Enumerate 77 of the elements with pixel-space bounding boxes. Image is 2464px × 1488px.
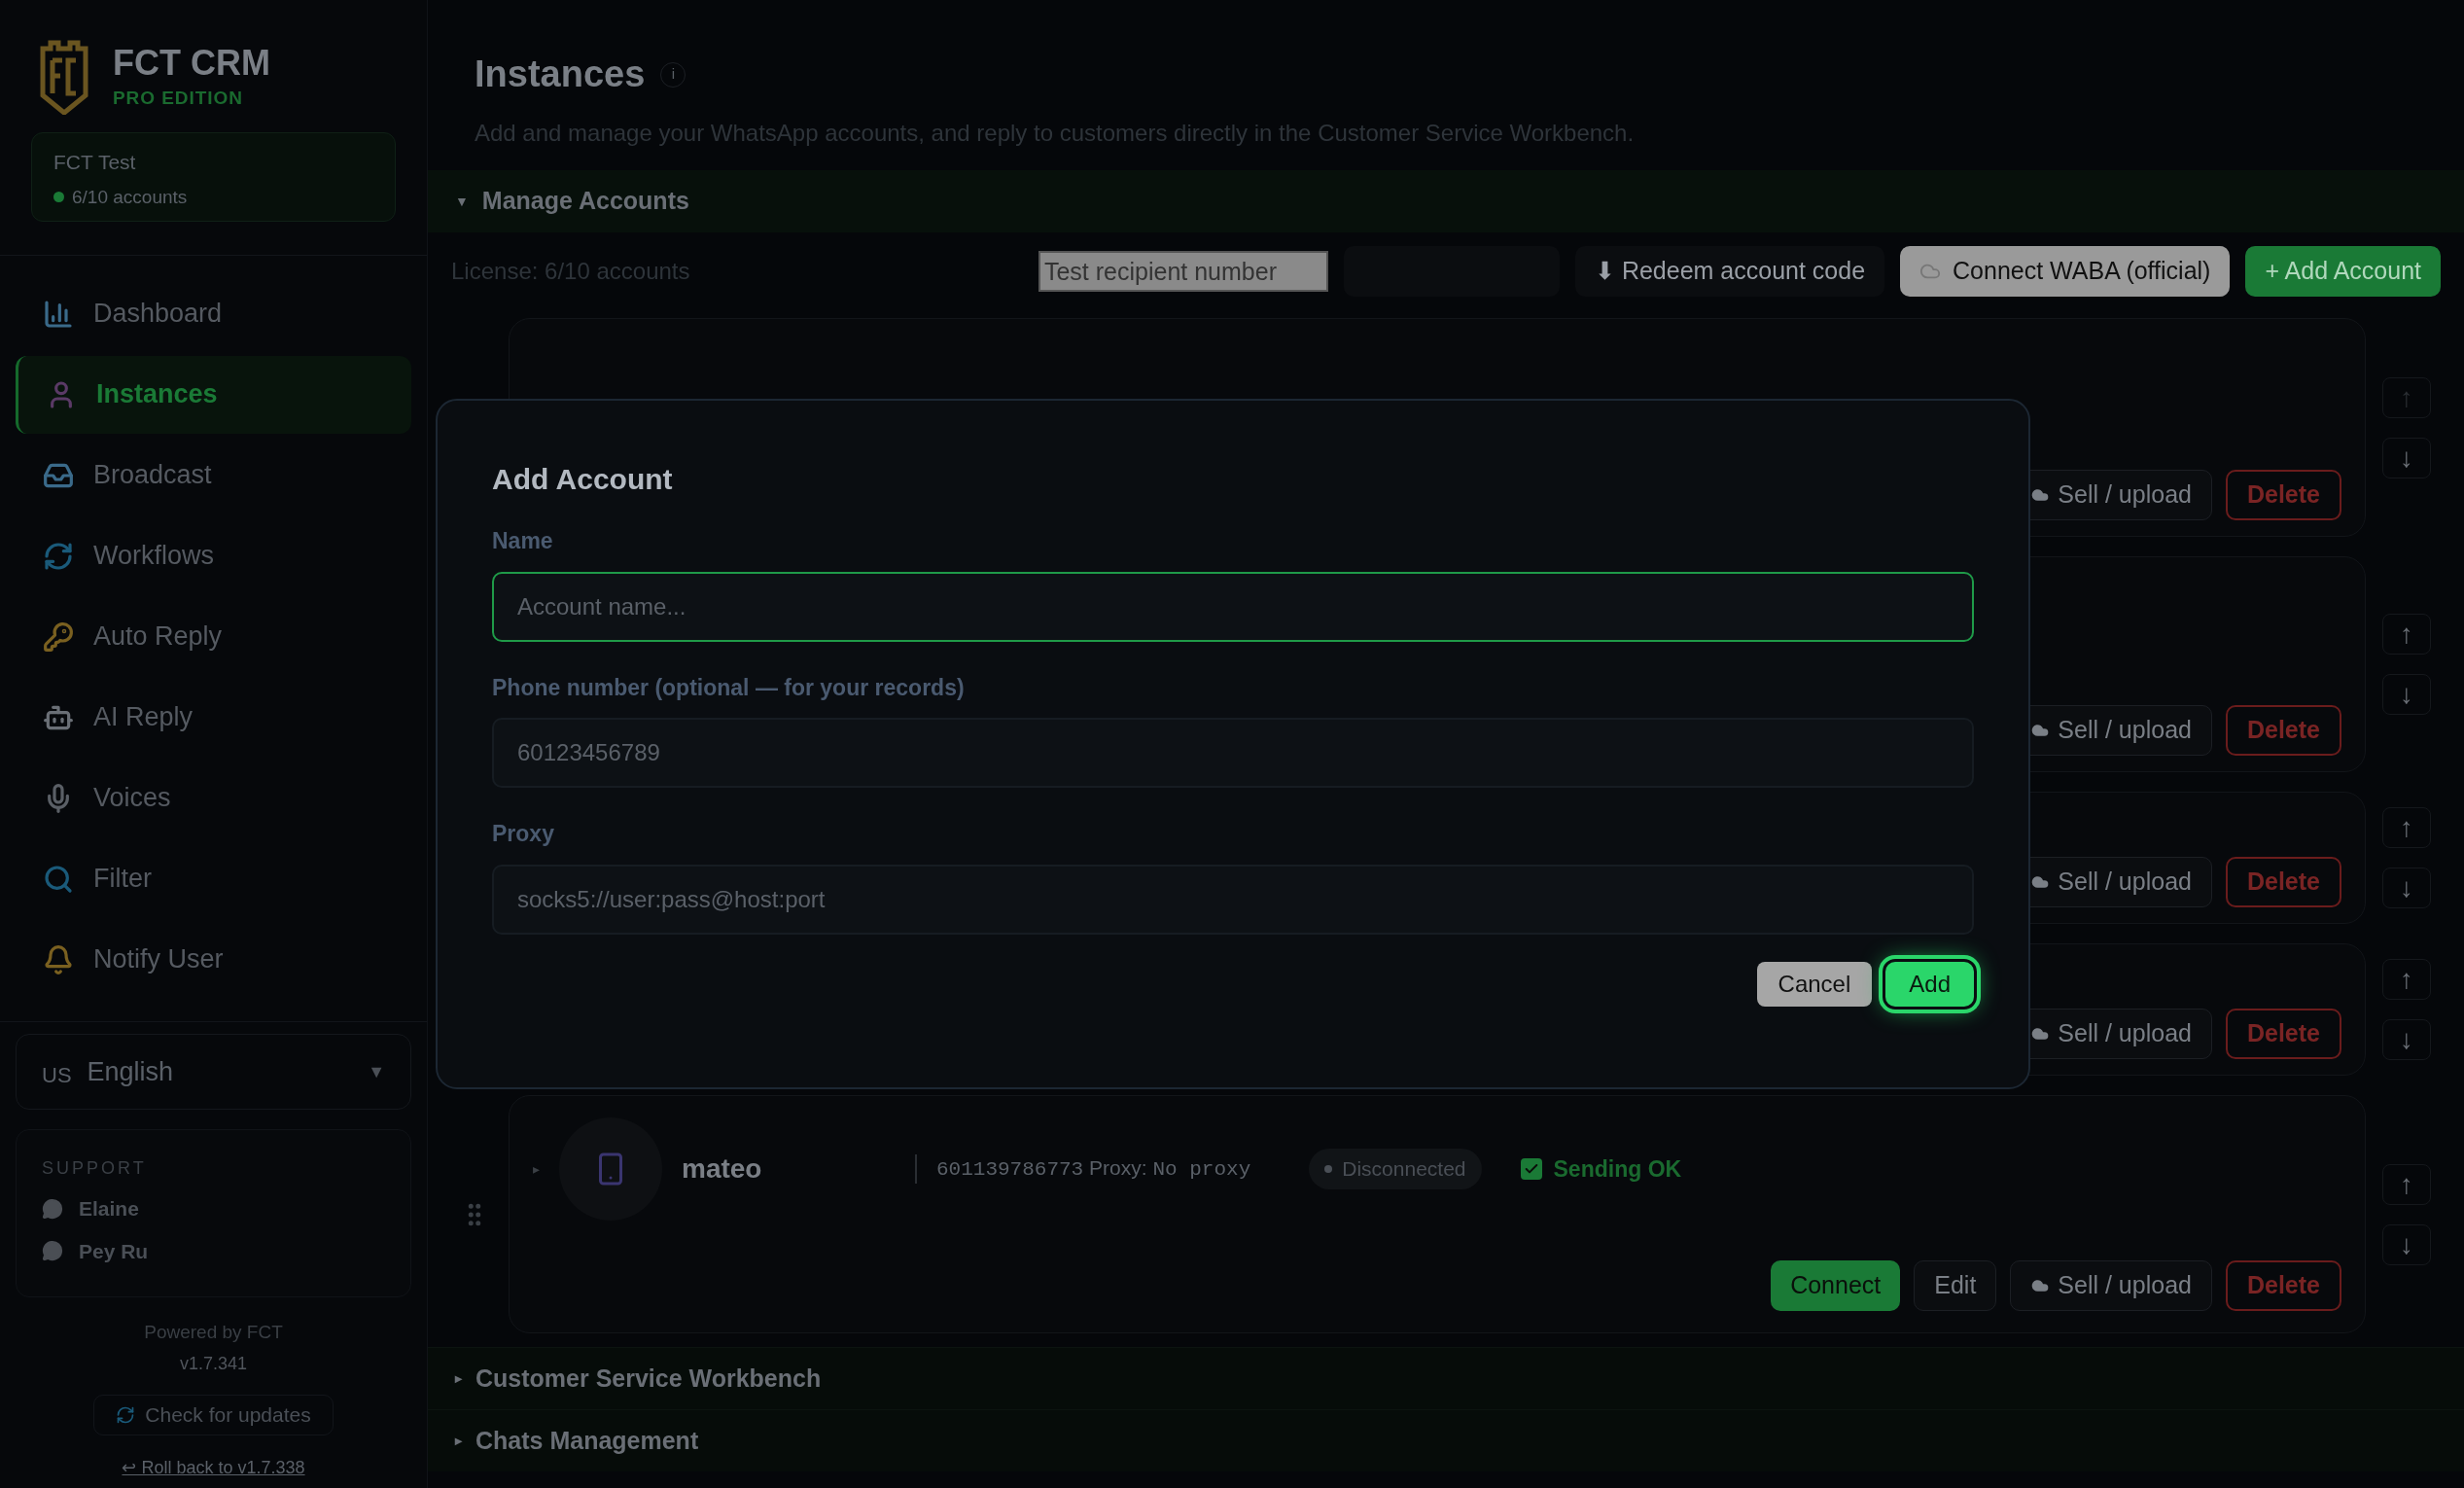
connect-waba-button[interactable]: Connect WABA (official) — [1900, 246, 2231, 297]
cancel-button[interactable]: Cancel — [1756, 961, 1873, 1007]
input-field[interactable]: Account name... — [492, 571, 1974, 642]
nav-item[interactable]: Dashboard — [16, 274, 411, 353]
section-header[interactable]: ▸ Chats Management — [428, 1409, 2464, 1471]
check-updates-button[interactable]: Check for updates — [93, 1394, 334, 1435]
move-down-button[interactable]: ↓ — [2382, 437, 2431, 478]
move-down-button[interactable]: ↓ — [2382, 868, 2431, 908]
nav-item[interactable]: Broadcast — [16, 436, 411, 514]
move-down-button[interactable]: ↓ — [2382, 1223, 2431, 1265]
delete-button[interactable]: Delete — [2225, 1009, 2341, 1059]
redeem-button[interactable]: ⬇ Redeem account code — [1574, 246, 1885, 297]
account-name: mateo — [682, 1152, 763, 1186]
chat-icon — [42, 1240, 63, 1262]
account-details: 601139786773 Proxy: No proxy — [936, 1155, 1251, 1183]
support-contact[interactable]: Pey Ru — [79, 1235, 149, 1266]
nav-item[interactable]: Filter — [16, 839, 411, 918]
input-field[interactable]: socks5://user:pass@host:port — [492, 864, 1974, 935]
support-contact[interactable]: Elaine — [79, 1193, 139, 1224]
field-label: Proxy — [492, 820, 555, 848]
delete-button[interactable]: Delete — [2225, 470, 2341, 520]
move-down-button[interactable]: ↓ — [2382, 1019, 2431, 1060]
nav-item[interactable]: AI Reply — [16, 678, 411, 757]
caret-icon: ▸ — [455, 1368, 462, 1389]
language-select[interactable]: US English ▼ — [16, 1034, 411, 1110]
recipient-field[interactable]: Test recipient number — [1038, 251, 1328, 292]
powered-by: Powered by FCT — [144, 1321, 283, 1344]
search-icon — [43, 863, 74, 895]
account-count: 6/10 accounts — [72, 185, 188, 209]
shield-logo-icon — [39, 39, 89, 115]
move-up-button[interactable]: ↑ — [2382, 1163, 2431, 1205]
section-header[interactable]: ▸ Customer Service Workbench — [428, 1347, 2464, 1409]
flag-code: US — [42, 1061, 72, 1089]
section-header[interactable]: ▼ Manage Accounts — [428, 170, 2464, 232]
move-up-button[interactable]: ↑ — [2382, 959, 2431, 1000]
sending-checkbox[interactable] — [1520, 1158, 1542, 1180]
chat-icon — [42, 1197, 63, 1220]
account-name: FCT Test — [53, 150, 137, 175]
bell-icon — [43, 943, 74, 975]
expand-caret[interactable]: ▸ — [533, 1158, 540, 1180]
version-label: v1.7.341 — [179, 1352, 248, 1375]
delete-button[interactable]: Delete — [2225, 705, 2341, 756]
add-account-button[interactable]: + Add Account — [2245, 246, 2441, 297]
support-heading: SUPPORT — [42, 1157, 148, 1180]
move-up-button[interactable]: ↑ — [2382, 807, 2431, 848]
field-label: Name — [492, 527, 554, 555]
delete-button[interactable]: Delete — [2225, 1260, 2341, 1311]
sending-status: Sending OK — [1553, 1154, 1682, 1184]
nav-item[interactable]: Auto Reply — [16, 597, 411, 676]
section-title: Customer Service Workbench — [475, 1363, 822, 1394]
section-title: Chats Management — [475, 1425, 699, 1456]
rollback-link[interactable]: ↩ Roll back to v1.7.338 — [122, 1454, 305, 1481]
refresh-icon — [116, 1404, 136, 1425]
edition-label: PRO EDITION — [113, 87, 244, 111]
status-pill: Disconnected — [1309, 1149, 1482, 1189]
delete-button[interactable]: Delete — [2225, 857, 2341, 907]
sell-upload-button[interactable]: Sell / upload — [2010, 1260, 2212, 1311]
move-down-button[interactable]: ↓ — [2382, 674, 2431, 715]
caret-icon: ▼ — [455, 191, 469, 212]
nav-item[interactable]: Workflows — [16, 516, 411, 595]
nav-item[interactable]: Voices — [16, 759, 411, 837]
dialog-title: Add Account — [492, 462, 674, 497]
edit-button[interactable]: Edit — [1914, 1260, 1997, 1311]
section-title: Manage Accounts — [481, 186, 689, 217]
caret-icon: ▼ — [368, 1058, 385, 1085]
move-up-button[interactable]: ↑ — [2382, 614, 2431, 655]
nav-item[interactable]: Notify User — [16, 920, 411, 999]
language-label: English — [87, 1055, 175, 1088]
connect-button[interactable]: Connect — [1771, 1260, 1901, 1311]
caret-icon: ▸ — [455, 1431, 462, 1451]
field-label: Phone number (optional — for your records) — [492, 673, 966, 702]
input-field[interactable]: 60123456789 — [492, 718, 1974, 788]
nav-item[interactable]: Instances — [16, 355, 411, 434]
page-title: Instances — [475, 53, 646, 96]
refresh-icon — [43, 540, 74, 572]
key-icon — [43, 620, 74, 653]
brand-name: FCT CRM — [113, 42, 270, 86]
